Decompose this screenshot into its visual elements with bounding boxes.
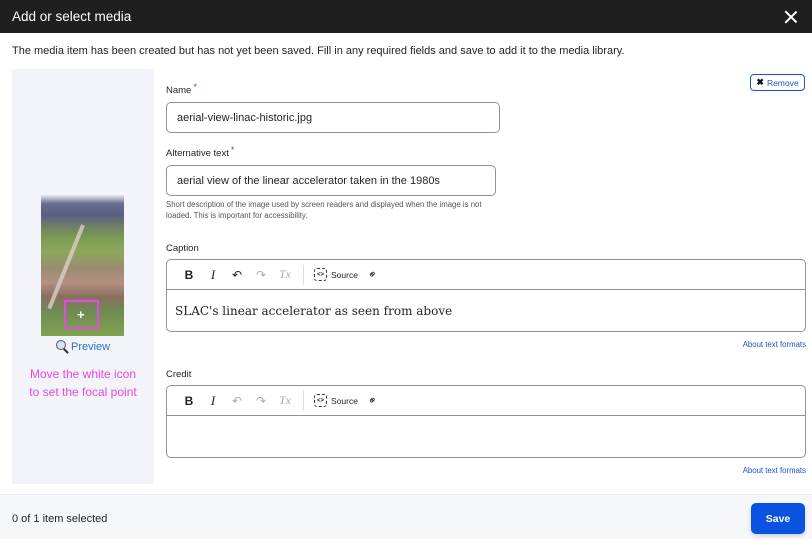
focal-point-help: Move the white icon to set the focal poi…: [29, 367, 137, 399]
bold-button[interactable]: B: [177, 391, 201, 411]
caption-label: Caption: [166, 243, 199, 254]
toolbar-divider: [303, 390, 304, 411]
media-preview-panel: + Preview Move the white icon to set the…: [12, 69, 154, 484]
dialog-titlebar: Add or select media: [0, 0, 812, 33]
caption-editor: B I ↶ ↷ Tx <> Source ⚭ SLAC's linear acc…: [166, 259, 806, 332]
source-icon: <>: [314, 268, 327, 281]
preview-label: Preview: [71, 340, 111, 353]
caption-toolbar: B I ↶ ↷ Tx <> Source ⚭: [167, 260, 805, 290]
remove-format-button[interactable]: Tx: [273, 265, 297, 285]
undo-button[interactable]: ↶: [225, 265, 249, 285]
source-icon: <>: [314, 394, 327, 407]
media-thumbnail[interactable]: +: [41, 195, 124, 336]
italic-button[interactable]: I: [201, 265, 225, 285]
about-text-formats-link[interactable]: About text formats: [743, 340, 806, 349]
credit-label: Credit: [166, 369, 192, 380]
credit-editor: B I ↶ ↷ Tx <> Source ⚭: [166, 385, 806, 458]
magnifier-icon: [56, 340, 69, 353]
link-icon[interactable]: ⚭: [365, 267, 380, 282]
caption-content[interactable]: SLAC's linear accelerator as seen from a…: [167, 290, 805, 331]
alt-text-input[interactable]: aerial view of the linear accelerator ta…: [166, 165, 496, 196]
name-input[interactable]: aerial-view-linac-historic.jpg: [166, 102, 500, 133]
source-button[interactable]: <> Source: [310, 268, 362, 281]
focal-point-handle-icon[interactable]: +: [77, 308, 85, 321]
remove-icon: ✖: [756, 77, 764, 87]
source-button[interactable]: <> Source: [310, 394, 362, 407]
dialog-title: Add or select media: [12, 9, 132, 24]
alt-text-label: Alternative text *: [166, 145, 235, 159]
name-label: Name *: [166, 82, 197, 96]
remove-button[interactable]: ✖ Remove: [750, 74, 805, 91]
redo-button[interactable]: ↷: [249, 265, 273, 285]
italic-button[interactable]: I: [201, 391, 225, 411]
credit-content[interactable]: [167, 416, 805, 457]
about-text-formats-link[interactable]: About text formats: [743, 466, 806, 475]
toolbar-divider: [303, 264, 304, 285]
preview-link[interactable]: Preview: [56, 340, 110, 353]
bold-button[interactable]: B: [177, 265, 201, 285]
close-icon[interactable]: [782, 8, 800, 26]
credit-toolbar: B I ↶ ↷ Tx <> Source ⚭: [167, 386, 805, 416]
selection-count: 0 of 1 item selected: [12, 513, 108, 525]
alt-text-description: Short description of the image used by s…: [166, 200, 482, 220]
link-icon[interactable]: ⚭: [365, 393, 380, 408]
required-marker: *: [230, 145, 235, 155]
status-message: The media item has been created but has …: [12, 45, 625, 57]
required-marker: *: [193, 82, 197, 92]
undo-button[interactable]: ↶: [225, 391, 249, 411]
redo-button[interactable]: ↷: [249, 391, 273, 411]
dialog-footer: 0 of 1 item selected Save: [0, 494, 812, 539]
save-button[interactable]: Save: [751, 503, 805, 534]
remove-format-button[interactable]: Tx: [273, 391, 297, 411]
